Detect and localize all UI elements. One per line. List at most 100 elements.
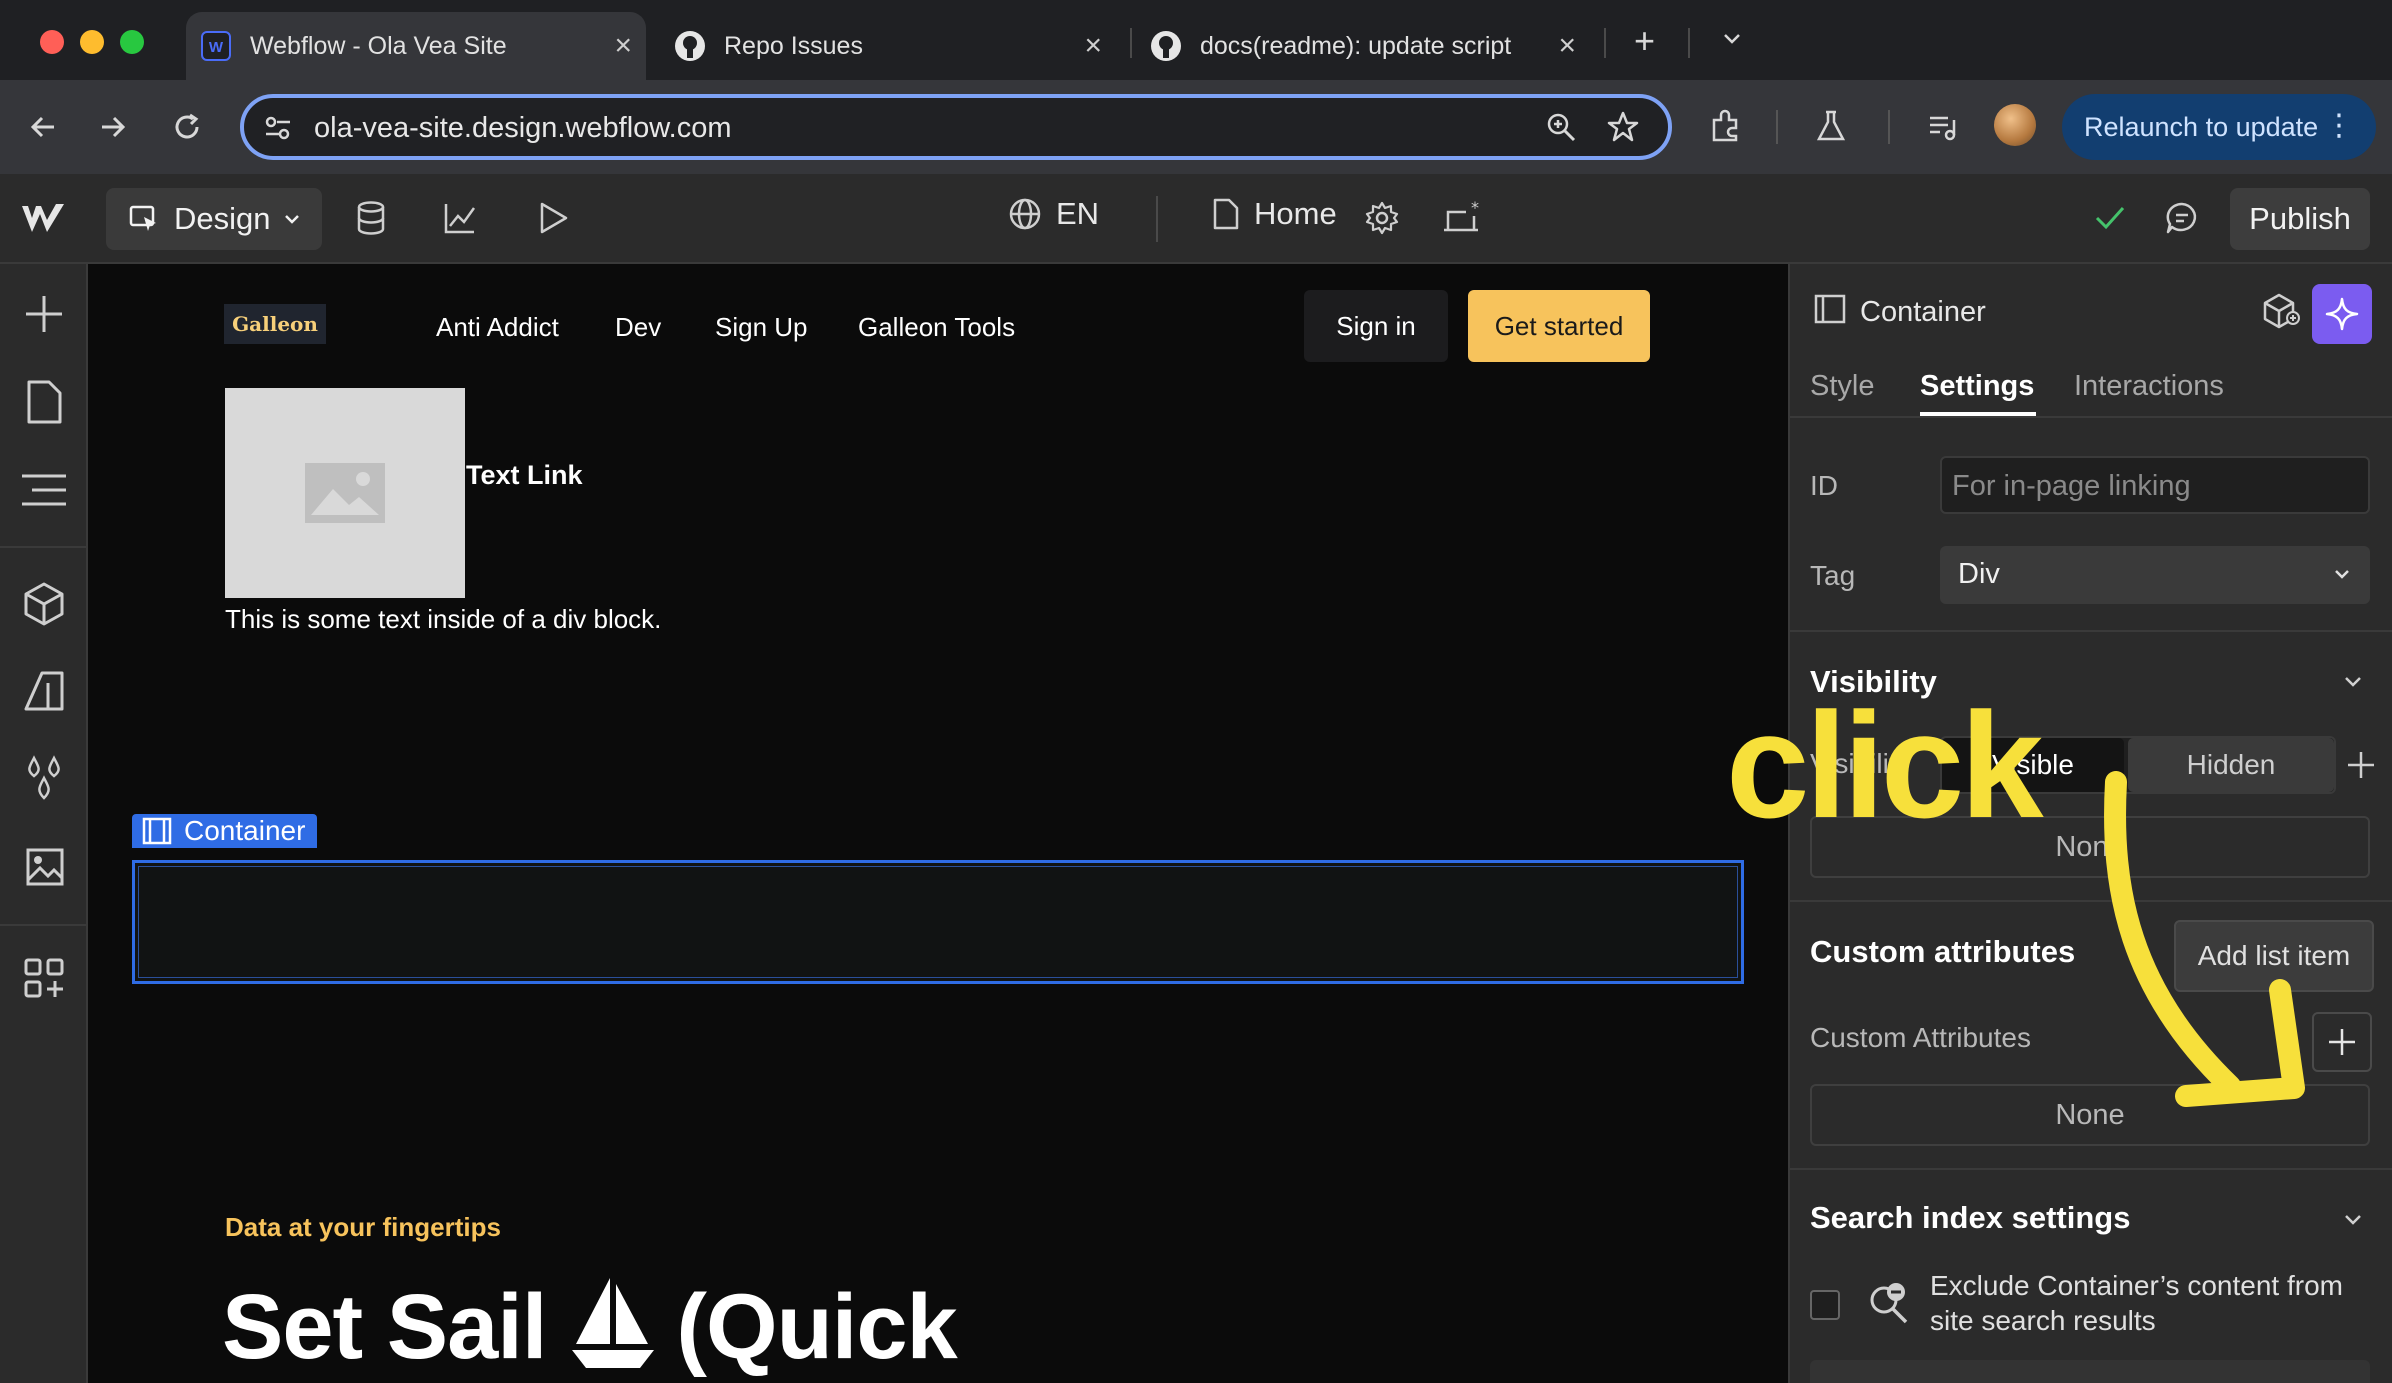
id-input[interactable]: For in-page linking [1940,456,2370,514]
topbar-divider [1156,196,1158,242]
search-index-section-title[interactable]: Search index settings [1810,1200,2130,1236]
container-icon [1814,294,1846,329]
page-settings-gear-icon[interactable] [1364,200,1400,241]
nav-link-galleon-tools[interactable]: Galleon Tools [858,312,1015,343]
assets-image-icon[interactable] [20,842,68,890]
new-tab-icon[interactable]: + [1634,20,1655,62]
text-link[interactable]: Text Link [466,460,583,491]
design-mode-dropdown[interactable]: Design [106,188,322,250]
cursor-icon [128,203,160,235]
bookmark-star-icon[interactable] [1606,110,1640,149]
toolbar-divider [1888,110,1890,144]
preview-play-icon[interactable] [536,200,570,241]
page-file-icon [1212,197,1240,231]
chevron-down-icon [283,210,301,228]
breakpoint-canvas-icon[interactable]: * [1440,198,1482,241]
webflow-top-bar: Design EN Home * Publish [0,174,2392,264]
headline-part-1: Set Sail [222,1276,547,1378]
tab-title: docs(readme): update script [1200,31,1512,60]
labs-flask-icon[interactable] [1814,108,1848,149]
toolbar-divider [1776,110,1778,144]
custom-attributes-label: Custom Attributes [1810,1022,2031,1053]
tab-interactions[interactable]: Interactions [2074,370,2224,403]
tab-divider [1688,28,1690,58]
close-tab-icon[interactable]: × [614,31,632,61]
close-tab-icon[interactable]: × [1558,31,1576,61]
saved-checkmark-icon [2092,202,2128,239]
tab-title: Repo Issues [724,31,863,60]
locale-switcher[interactable]: EN [1008,196,1099,232]
ai-assistant-button[interactable] [2312,284,2372,344]
cms-database-icon[interactable] [354,200,388,241]
analytics-chart-icon[interactable] [442,200,478,241]
browser-tab-repo-issues[interactable]: Repo Issues × [660,12,1116,80]
page-selector[interactable]: Home [1212,196,1337,232]
nav-link-dev[interactable]: Dev [615,312,661,343]
forward-arrow-icon[interactable] [96,110,130,149]
add-visibility-condition-plus-icon[interactable] [2344,748,2378,787]
variables-drops-icon[interactable] [20,754,68,802]
get-started-button[interactable]: Get started [1468,290,1650,362]
webflow-favicon-icon: W [200,30,232,62]
github-icon [674,30,706,62]
browser-tab-webflow[interactable]: W Webflow - Ola Vea Site × [186,12,646,80]
reload-icon[interactable] [170,110,204,149]
selected-element-badge: Container [132,814,318,848]
url-text: ola-vea-site.design.webflow.com [314,112,732,144]
media-queue-icon[interactable] [1926,110,1960,149]
zoom-icon[interactable] [1544,110,1578,149]
design-canvas[interactable]: Galleon Anti Addict Dev Sign Up Galleon … [88,264,1788,1383]
panel-divider [1790,630,2392,632]
tab-title: Webflow - Ola Vea Site [250,31,507,60]
div-block-text[interactable]: This is some text inside of a div block. [225,604,661,635]
close-tab-icon[interactable]: × [1084,31,1102,61]
style-selectors-icon[interactable] [20,668,68,716]
id-placeholder: For in-page linking [1952,470,2191,502]
tab-divider [1130,28,1132,58]
zoom-window-button[interactable] [120,30,144,54]
navigator-icon[interactable] [20,466,68,514]
webflow-logo-icon[interactable] [20,198,70,243]
image-placeholder[interactable] [225,388,465,598]
tab-divider [1604,28,1606,58]
chevron-down-icon[interactable] [2342,670,2364,697]
address-bar[interactable]: ola-vea-site.design.webflow.com [240,94,1672,160]
exclude-search-checkbox[interactable] [1810,1290,1840,1320]
site-settings-icon[interactable] [262,112,294,149]
apps-grid-icon[interactable] [20,954,68,1002]
more-menu-icon[interactable]: ⋮ [2324,108,2354,144]
tab-settings[interactable]: Settings [1920,370,2034,403]
add-elements-plus-icon[interactable] [20,290,68,338]
sign-in-button[interactable]: Sign in [1304,290,1448,362]
tag-select[interactable]: Div [1940,546,2370,604]
browser-tab-strip: W Webflow - Ola Vea Site × Repo Issues ×… [0,0,2392,80]
rail-divider [0,924,86,926]
nav-link-sign-up[interactable]: Sign Up [715,312,808,343]
tab-search-chevron-icon[interactable] [1720,26,1744,55]
create-component-icon[interactable] [2262,292,2300,335]
comments-icon[interactable] [2164,200,2200,241]
minimize-window-button[interactable] [80,30,104,54]
nav-link-anti-addict[interactable]: Anti Addict [436,312,559,343]
browser-tab-docs-readme[interactable]: docs(readme): update script × [1140,12,1590,80]
selected-container[interactable] [132,860,1744,984]
site-logo[interactable]: Galleon [224,304,326,344]
sailboat-icon [572,1278,655,1368]
profile-avatar[interactable] [1994,104,2036,146]
back-arrow-icon[interactable] [26,110,60,149]
custom-attributes-section-title[interactable]: Custom attributes [1810,934,2075,970]
container-icon [142,817,172,845]
hero-headline: Set Sail (Quick [222,1274,958,1380]
relaunch-to-update-button[interactable]: Relaunch to update ⋮ [2062,94,2376,160]
pages-icon[interactable] [20,378,68,426]
github-icon [1150,30,1182,62]
publish-button[interactable]: Publish [2230,188,2370,250]
components-cube-icon[interactable] [20,580,68,628]
selected-element-label: Container [184,815,306,846]
add-custom-attribute-button[interactable] [2312,1012,2372,1072]
extensions-icon[interactable] [1708,108,1744,149]
annotation-arrow-icon [2104,771,2305,1107]
close-window-button[interactable] [40,30,64,54]
chevron-down-icon[interactable] [2342,1208,2364,1235]
tab-style[interactable]: Style [1810,370,1874,403]
